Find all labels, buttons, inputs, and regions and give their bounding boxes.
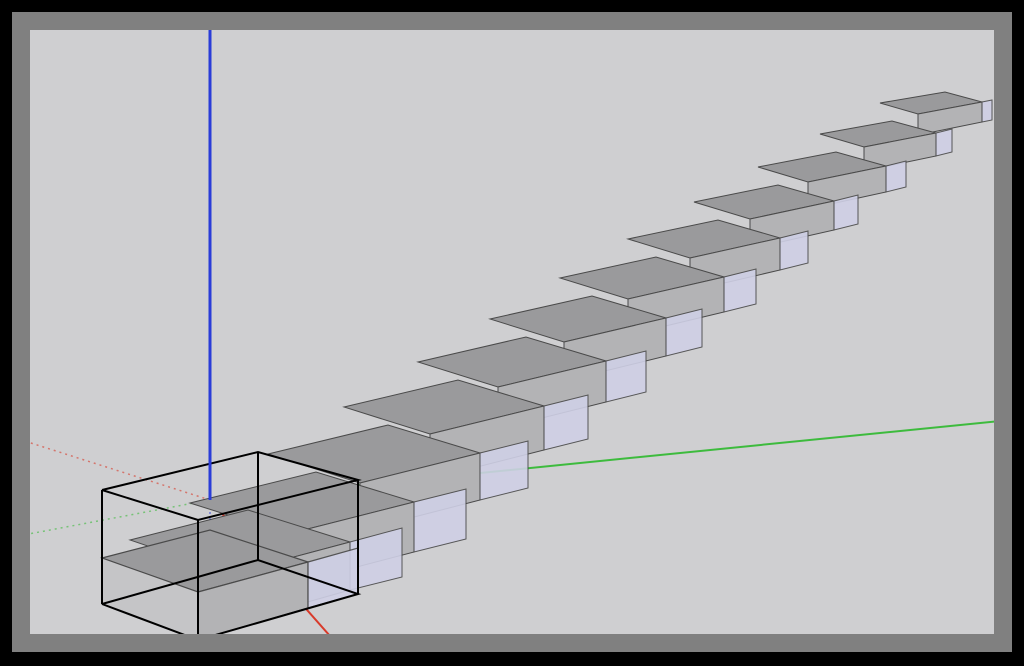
axis-x-negative — [30, 430, 210, 500]
modeling-viewport[interactable] — [30, 30, 994, 634]
window-outer-frame — [0, 0, 1024, 666]
scene-svg — [30, 30, 994, 634]
window-inner-frame — [12, 12, 1012, 652]
staircase-model[interactable] — [102, 92, 992, 634]
